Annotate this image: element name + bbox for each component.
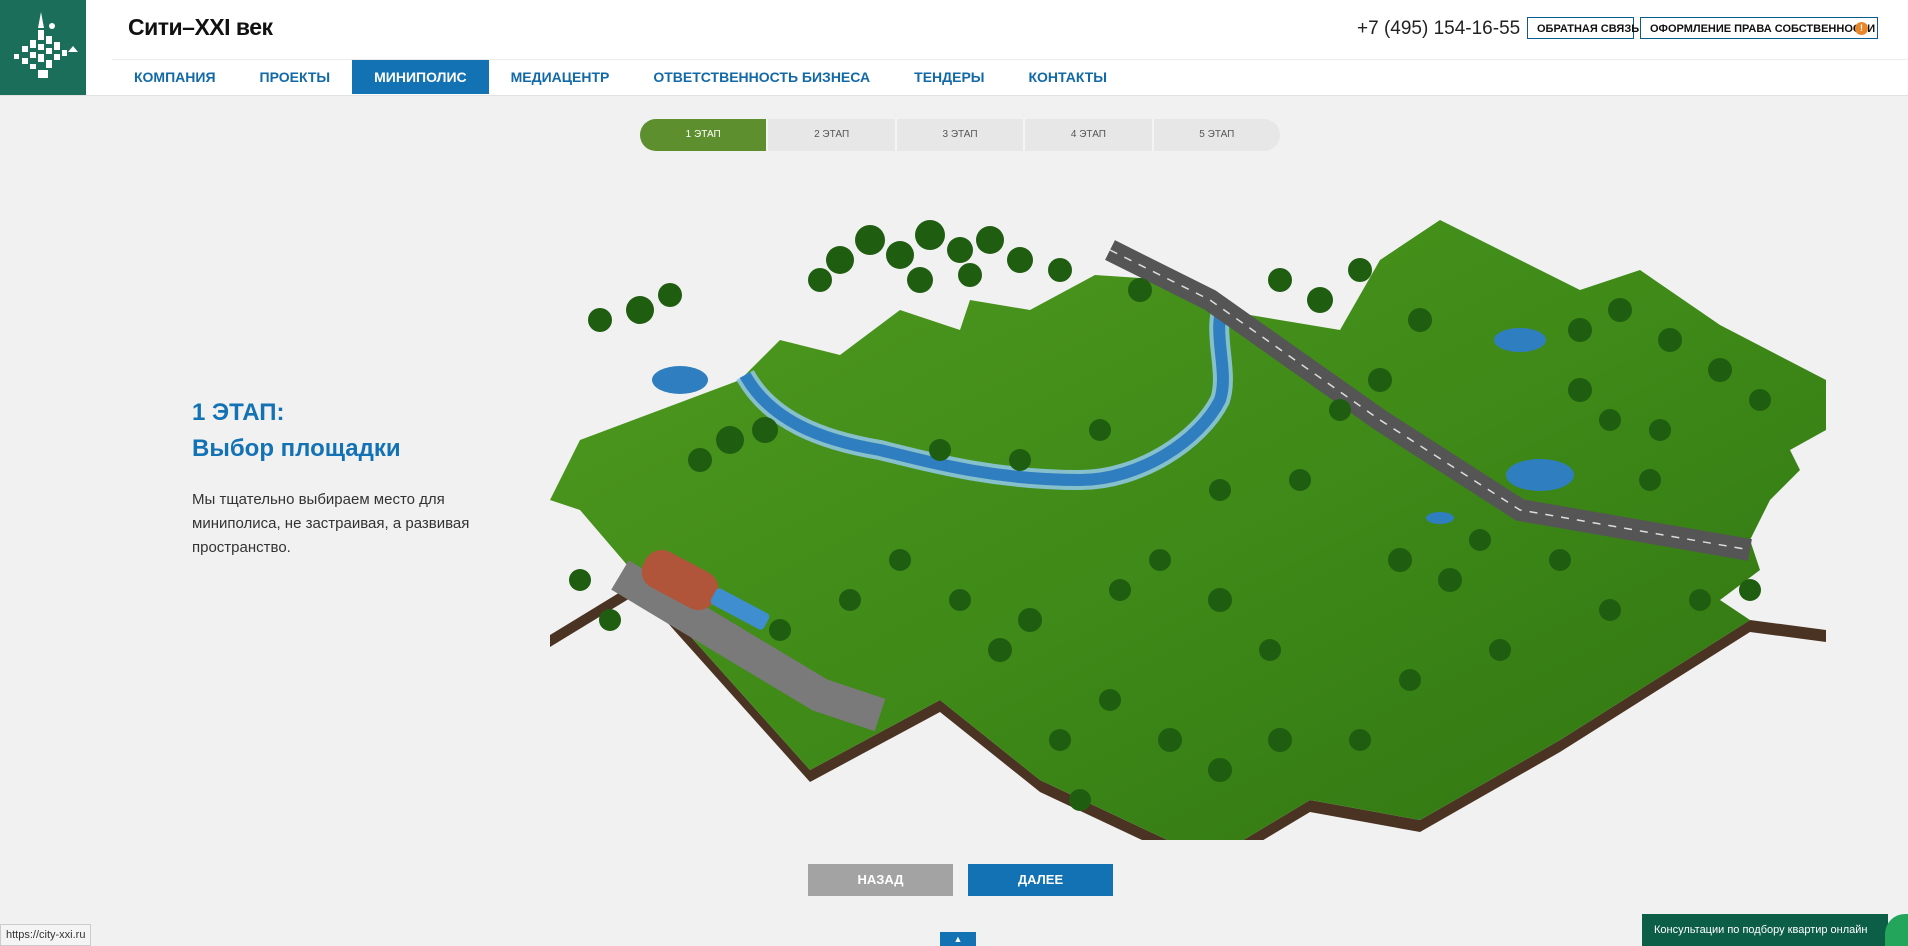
site-header: Сити–XXI век +7 (495) 154-16-55 ОБРАТНАЯ…	[0, 0, 1908, 96]
scroll-top-icon[interactable]: ▲	[940, 932, 976, 946]
main-nav: КОМПАНИЯ ПРОЕКТЫ МИНИПОЛИС МЕДИАЦЕНТР ОТ…	[112, 60, 1129, 94]
city-logo-icon	[14, 12, 78, 78]
nav-item-minipolis[interactable]: МИНИПОЛИС	[352, 60, 489, 94]
back-button[interactable]: НАЗАД	[808, 864, 953, 896]
next-button[interactable]: ДАЛЕЕ	[968, 864, 1113, 896]
ownership-button-label: ОФОРМЛЕНИЕ ПРАВА СОБСТВЕННОСТИ	[1650, 23, 1876, 35]
stage-tab-4[interactable]: 4 ЭТАП	[1025, 119, 1154, 151]
stage-subtitle: Выбор площадки	[192, 435, 401, 462]
pond	[1426, 512, 1454, 524]
chat-corner-icon[interactable]	[1885, 914, 1908, 946]
pond	[1494, 328, 1546, 352]
pond	[652, 366, 708, 394]
nav-item-company[interactable]: КОМПАНИЯ	[112, 60, 238, 94]
stage-tab-2[interactable]: 2 ЭТАП	[768, 119, 897, 151]
logo[interactable]	[0, 0, 86, 95]
stage-switcher: 1 ЭТАП 2 ЭТАП 3 ЭТАП 4 ЭТАП 5 ЭТАП	[640, 119, 1280, 151]
feedback-button[interactable]: ОБРАТНАЯ СВЯЗЬ	[1527, 17, 1639, 39]
brand-name[interactable]: Сити–XXI век	[128, 14, 273, 41]
nav-item-projects[interactable]: ПРОЕКТЫ	[238, 60, 353, 94]
status-url: https://city-xxi.ru	[0, 924, 92, 946]
ownership-button[interactable]: ОФОРМЛЕНИЕ ПРАВА СОБСТВЕННОСТИ !	[1640, 17, 1878, 39]
nav-item-tenders[interactable]: ТЕНДЕРЫ	[892, 60, 1006, 94]
stage-title: 1 ЭТАП:	[192, 399, 285, 426]
consult-chat-button[interactable]: Консультации по подбору квартир онлайн	[1642, 914, 1888, 946]
nav-item-business-responsibility[interactable]: ОТВЕТСТВЕННОСТЬ БИЗНЕСА	[631, 60, 892, 94]
nav-item-mediacenter[interactable]: МЕДИАЦЕНТР	[489, 60, 632, 94]
phone-number[interactable]: +7 (495) 154-16-55	[1357, 18, 1520, 40]
stage-tab-3[interactable]: 3 ЭТАП	[897, 119, 1026, 151]
alert-badge-icon: !	[1855, 22, 1868, 35]
site-map-illustration	[550, 220, 1826, 840]
stage-tab-1[interactable]: 1 ЭТАП	[640, 119, 769, 151]
stage-tab-5[interactable]: 5 ЭТАП	[1154, 119, 1280, 151]
stage-description: Мы тщательно выбираем место для миниполи…	[192, 491, 470, 556]
pond	[1506, 459, 1574, 491]
nav-item-contacts[interactable]: КОНТАКТЫ	[1007, 60, 1129, 94]
